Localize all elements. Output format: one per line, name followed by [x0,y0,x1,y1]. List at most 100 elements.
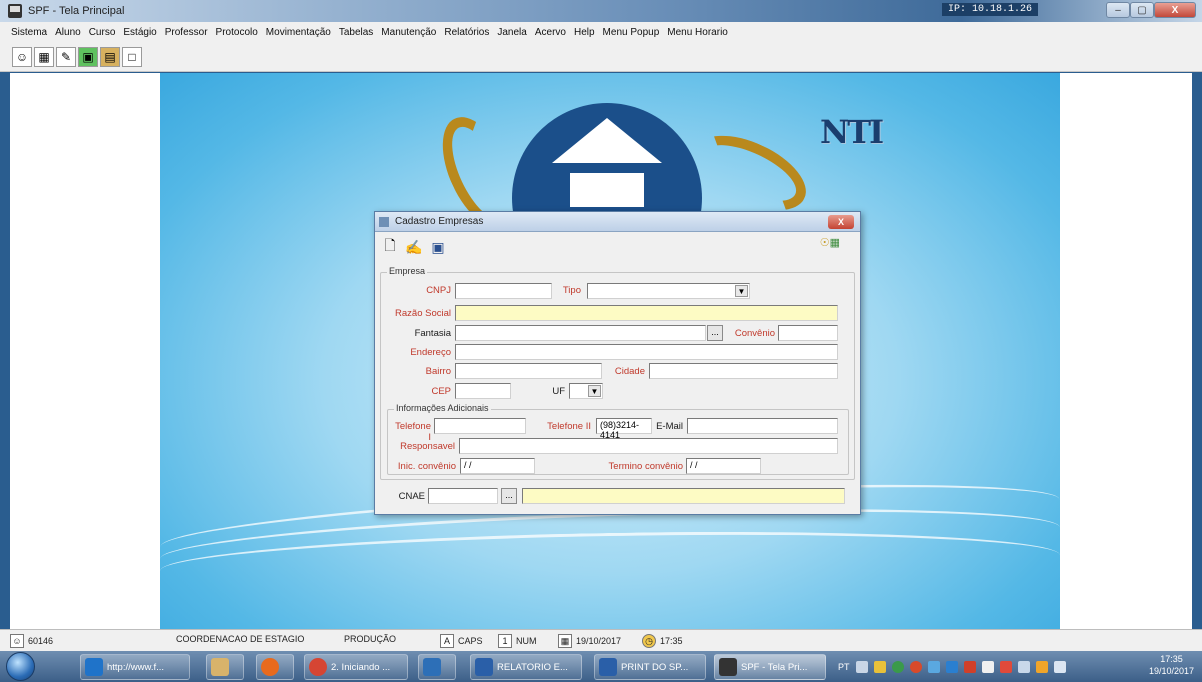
uf-select[interactable]: ▼ [569,383,603,399]
task-chrome[interactable]: 2. Iniciando ... [304,654,408,680]
dialog-toolbar-right: ☉ ▦ [820,236,840,249]
cnpj-input[interactable] [455,283,552,299]
window-icon[interactable]: □ [122,46,142,67]
taskbar: http://www.f... 2. Iniciando ... RELATOR… [0,651,1202,682]
cnae-lookup-button[interactable]: ... [501,488,517,504]
cep-input[interactable] [455,383,511,399]
menu-help[interactable]: Help [574,27,595,38]
dialog-icon [379,216,389,227]
restore-button[interactable]: ▢ [1130,2,1154,18]
main-toolbar: ☺ ▦ ✎ ▣ ▤ □ [0,42,1202,72]
termino-convenio-input[interactable]: / / [686,458,761,474]
tipo-select[interactable]: ▼ [587,283,750,299]
task-browser[interactable]: http://www.f... [80,654,190,680]
language-indicator[interactable]: PT [838,662,850,672]
exit-icon[interactable]: ▦ [830,236,840,249]
chevron-down-icon[interactable]: ▼ [735,285,748,297]
show-desktop-icon[interactable] [1053,661,1066,673]
cnae-input[interactable] [428,488,498,504]
cnae-label: CNAE [398,491,425,502]
menu-tabelas[interactable]: Tabelas [339,27,373,38]
security-icon[interactable] [891,661,904,673]
responsavel-input[interactable] [459,438,838,454]
razao-social-input[interactable] [455,305,838,321]
laurel-right-icon [682,120,818,226]
task-media[interactable] [418,654,456,680]
fantasia-label: Fantasia [414,328,451,339]
dialog-toolbar: 🗋 ✍ ▣ [379,236,451,258]
menu-popup[interactable]: Menu Popup [603,27,660,38]
alert-tray-icon[interactable] [963,661,976,673]
close-button[interactable]: X [1154,2,1196,18]
info-legend: Informações Adicionais [394,403,491,413]
app-icon [719,658,737,676]
minimize-button[interactable]: – [1106,2,1130,18]
endereco-input[interactable] [455,344,838,360]
inicio-convenio-input[interactable]: / / [460,458,535,474]
ip-badge: IP: 10.18.1.26 [942,3,1039,16]
menu-curso[interactable]: Curso [89,27,116,38]
app-icon [8,4,22,18]
convenio-label: Convênio [734,328,775,339]
task-firefox[interactable] [256,654,294,680]
grid-icon[interactable]: ▦ [34,46,54,67]
user-icon: ☺ [10,634,24,648]
title-bar: SPF - Tela Principal IP: 10.18.1.26 – ▢ … [0,0,1202,22]
email-input[interactable] [687,418,838,434]
network-tray-icon[interactable] [927,661,940,673]
fantasia-input[interactable] [455,325,706,341]
edit-icon[interactable]: ✍ [403,236,425,258]
responsavel-label: Responsavel [400,441,455,452]
menu-protocolo[interactable]: Protocolo [216,27,258,38]
menu-acervo[interactable]: Acervo [535,27,566,38]
telefone2-label: Telefone II [547,421,591,432]
task-word-relatorio[interactable]: RELATORIO E... [470,654,582,680]
chevron-left-icon[interactable] [981,661,994,673]
chevron-down-icon[interactable]: ▼ [588,385,601,397]
menu-professor[interactable]: Professor [165,27,208,38]
emblem-building [570,173,644,207]
close-tray-icon[interactable] [945,661,958,673]
inicio-convenio-label: Inic. convênio [397,461,456,472]
fantasia-lookup-button[interactable]: ... [707,325,723,341]
telefone2-input[interactable]: (98)3214-4141 [596,418,652,440]
dialog-close-button[interactable]: X [828,215,854,229]
save-icon[interactable]: ▣ [427,236,449,258]
bairro-input[interactable] [455,363,602,379]
emblem-roof [552,118,662,163]
convenio-input[interactable] [778,325,838,341]
search-icon[interactable]: ✎ [56,46,76,67]
telefone1-input[interactable] [434,418,526,434]
new-document-icon[interactable]: 🗋 [379,236,401,258]
start-button[interactable] [6,652,35,681]
chart-icon[interactable]: ▣ [78,46,98,67]
chrome-tray-icon[interactable] [909,661,922,673]
menu-sistema[interactable]: Sistema [11,27,47,38]
app-tray-icon[interactable] [873,661,886,673]
chrome-icon [309,658,327,676]
menu-aluno[interactable]: Aluno [55,27,81,38]
media-player-icon [423,658,441,676]
empresa-legend: Empresa [387,266,428,276]
task-word-print[interactable]: PRINT DO SP... [594,654,706,680]
cidade-input[interactable] [649,363,838,379]
menu-horario[interactable]: Menu Horario [667,27,728,38]
caps-icon: A [440,634,454,648]
update-icon[interactable] [1035,661,1048,673]
flag-icon[interactable] [999,661,1012,673]
menu-movimentacao[interactable]: Movimentação [266,27,331,38]
menu-manutencao[interactable]: Manutenção [381,27,436,38]
ie-icon [85,658,103,676]
search-icon[interactable]: ☉ [820,236,830,249]
menu-relatorios[interactable]: Relatórios [444,27,489,38]
taskbar-clock[interactable]: 17:35 19/10/2017 [1149,653,1194,677]
task-explorer[interactable] [206,654,244,680]
endereco-label: Endereço [410,347,451,358]
volume-icon[interactable] [1017,661,1030,673]
user-icon[interactable]: ☺ [12,46,32,67]
keyboard-icon[interactable] [855,661,868,673]
menu-janela[interactable]: Janela [497,27,526,38]
task-spf[interactable]: SPF - Tela Pri... [714,654,826,680]
menu-estagio[interactable]: Estágio [123,27,156,38]
image-icon[interactable]: ▤ [100,46,120,67]
